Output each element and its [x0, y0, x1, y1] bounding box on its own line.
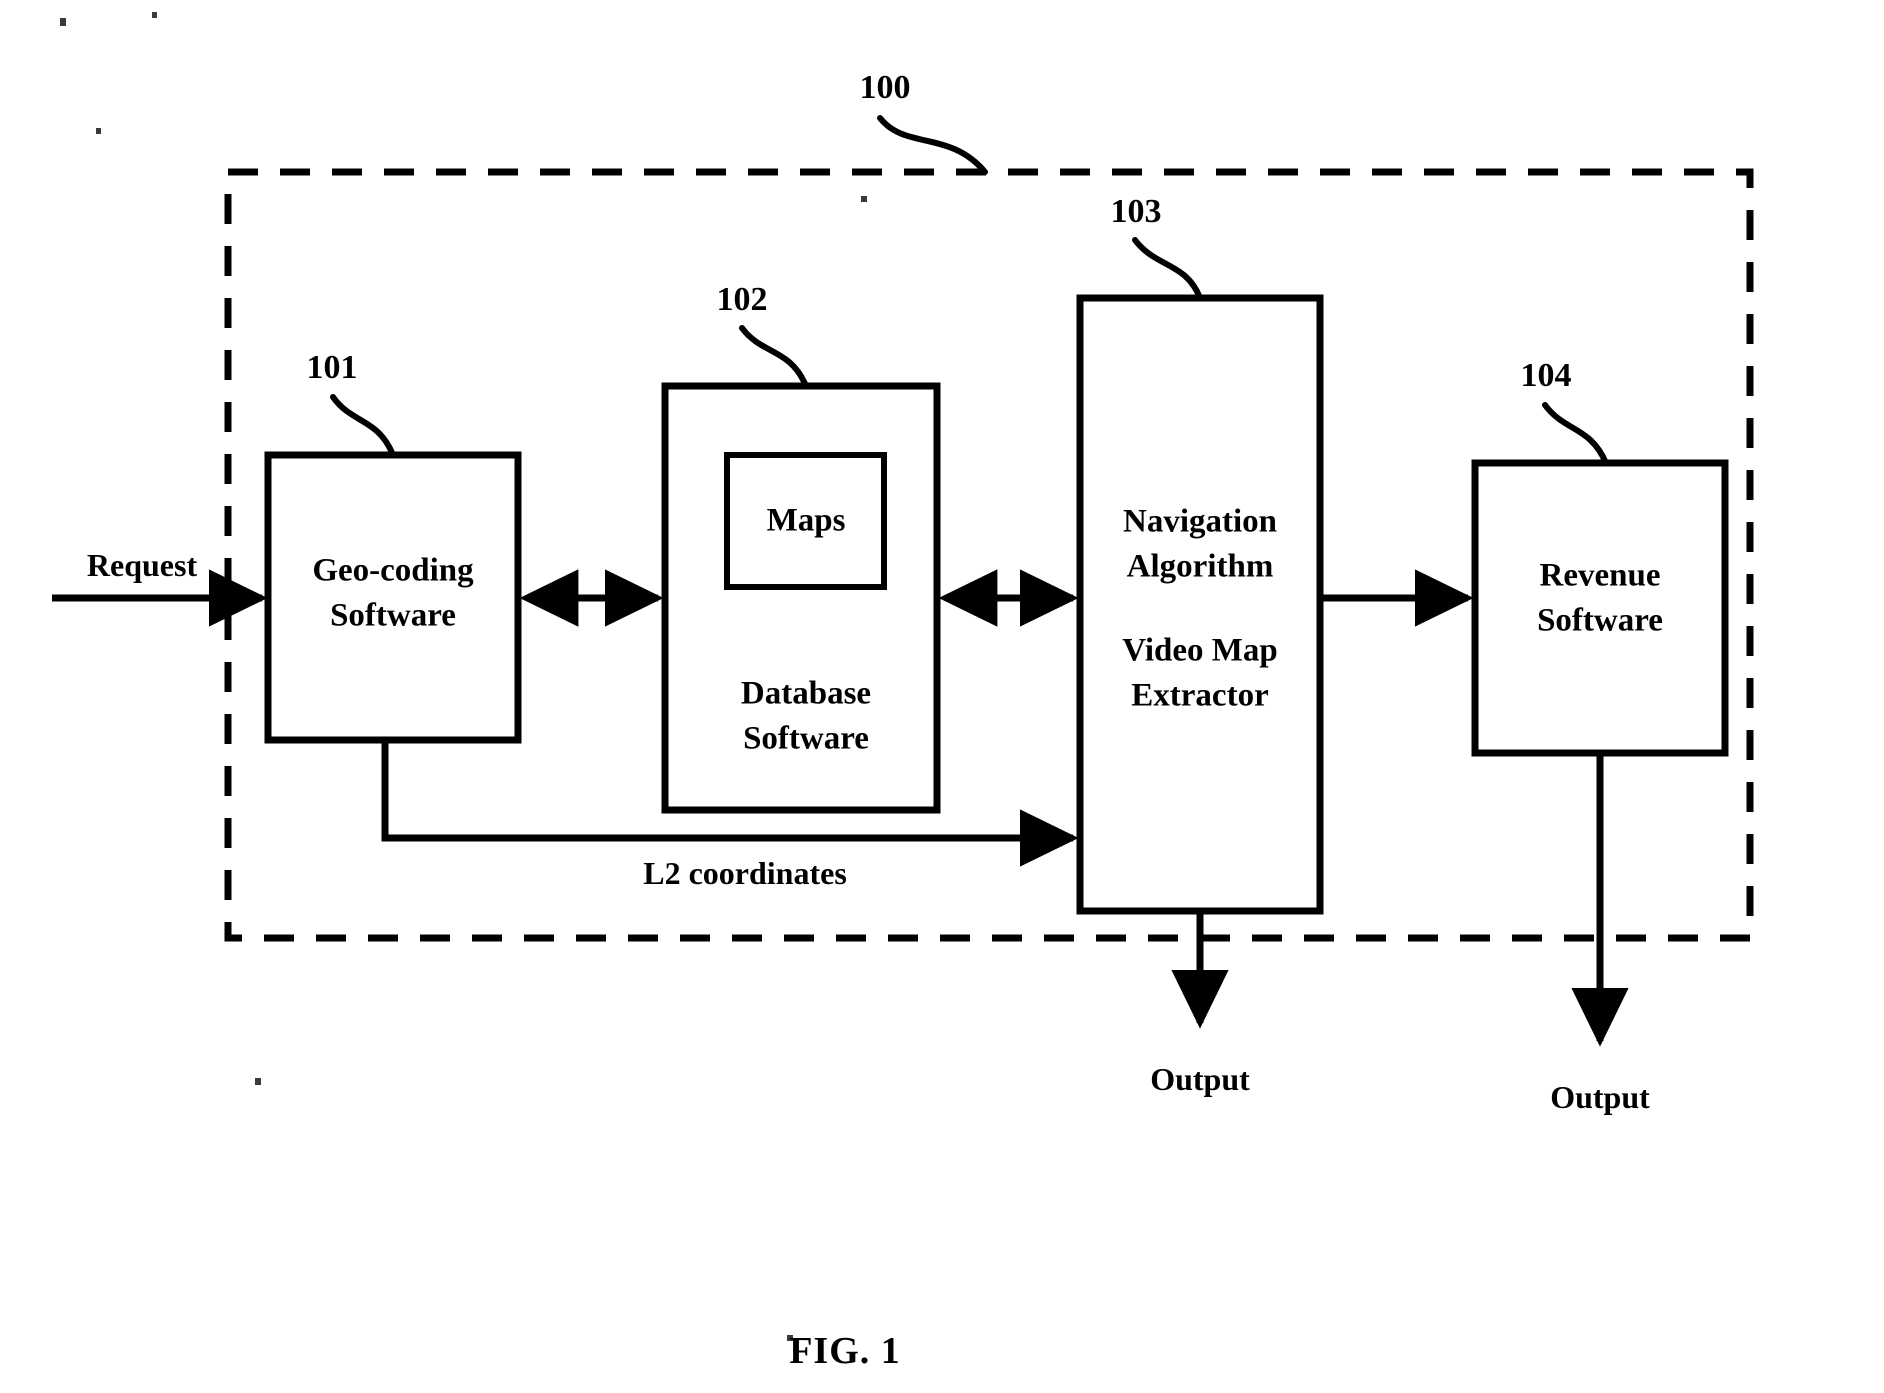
scan-speck: [861, 196, 867, 202]
ref-number-103: 103: [1111, 193, 1162, 230]
block-geo-coding-software-line2: Software: [330, 598, 456, 634]
scan-speck: [255, 1078, 261, 1085]
block-geo-coding-software-line1: Geo-coding: [312, 553, 474, 589]
block-navigation-algorithm-line2: Algorithm: [1127, 549, 1274, 585]
scan-speck: [152, 12, 157, 18]
scan-speck: [96, 128, 101, 134]
label-output-navigation: Output: [1150, 1061, 1250, 1097]
leader-100: [877, 115, 988, 175]
block-video-map-extractor-line1: Video Map: [1122, 633, 1278, 669]
ref-number-100: 100: [860, 69, 911, 106]
block-database-software-line1: Database: [741, 676, 871, 712]
block-revenue-software-line2: Software: [1537, 603, 1663, 639]
block-maps-label: Maps: [767, 503, 846, 539]
label-l2-coordinates: L2 coordinates: [643, 855, 847, 891]
scan-speck: [60, 18, 66, 26]
figure-canvas: 100 101 Geo-coding Software 102 Maps Dat…: [52, 12, 1754, 1372]
leader-103: [1132, 237, 1203, 301]
block-revenue-software-line1: Revenue: [1540, 558, 1661, 594]
block-video-map-extractor-line2: Extractor: [1131, 678, 1268, 714]
label-request: Request: [87, 547, 198, 583]
ref-number-102: 102: [717, 281, 768, 318]
figure-caption: FIG. 1: [789, 1330, 901, 1372]
ref-number-104: 104: [1521, 357, 1572, 394]
block-database-software-line2: Software: [743, 721, 869, 757]
leader-104: [1542, 402, 1609, 466]
block-navigation-algorithm-line1: Navigation: [1123, 504, 1277, 540]
ref-number-101: 101: [307, 349, 358, 386]
leader-102: [739, 325, 809, 389]
patent-figure: 100 101 Geo-coding Software 102 Maps Dat…: [0, 0, 1884, 1393]
label-output-revenue: Output: [1550, 1079, 1650, 1115]
block-navigation-algorithm[interactable]: [1076, 294, 1324, 915]
leader-101: [330, 394, 396, 458]
